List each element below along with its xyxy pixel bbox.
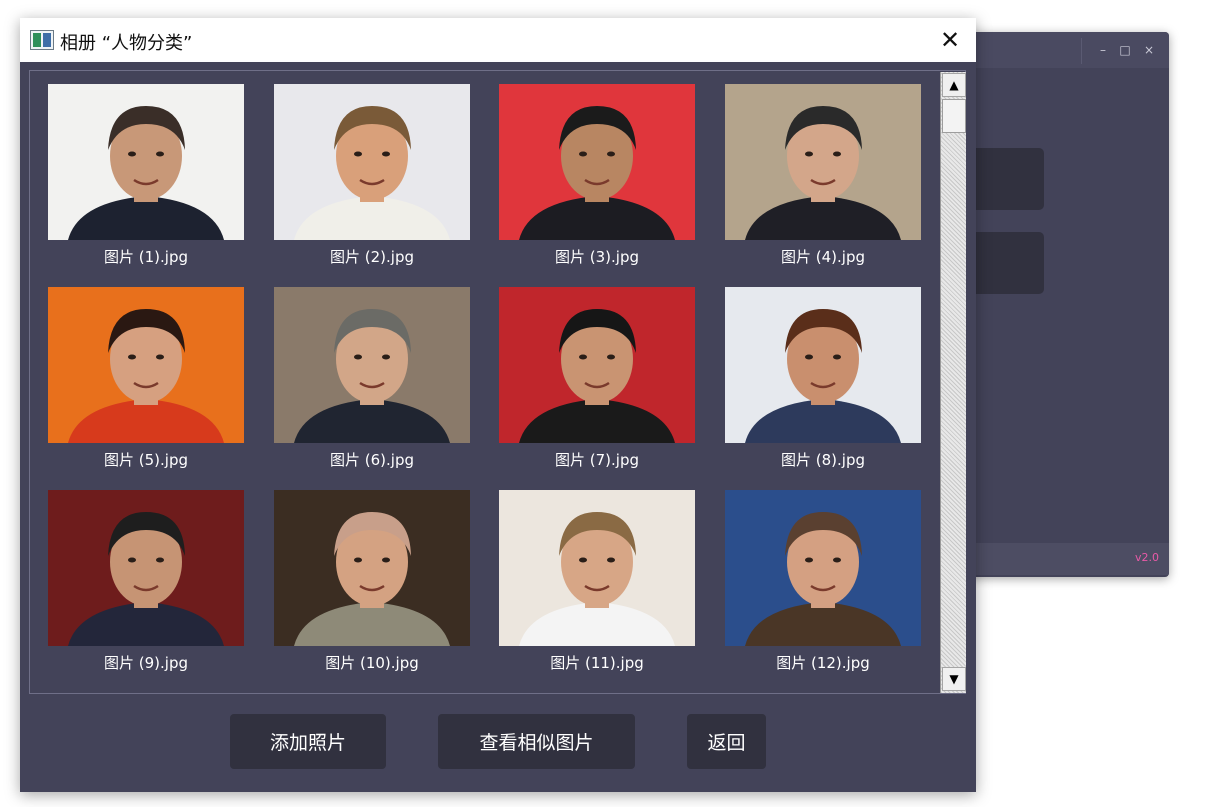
photo-item[interactable]: 图片 (10).jpg <box>274 490 470 676</box>
photo-thumbnail[interactable] <box>274 490 470 646</box>
photo-thumbnail[interactable] <box>48 490 244 646</box>
photo-item[interactable]: 图片 (4).jpg <box>725 84 921 270</box>
photo-item[interactable]: 图片 (11).jpg <box>499 490 695 676</box>
photo-thumbnail[interactable] <box>48 84 244 240</box>
close-icon[interactable]: × <box>1140 41 1158 59</box>
version-label: v2.0 <box>1134 551 1159 564</box>
dialog-title: 相册 “人物分类” <box>60 33 193 54</box>
photo-thumbnail[interactable] <box>274 84 470 240</box>
photo-filename: 图片 (2).jpg <box>330 248 414 266</box>
photo-gallery: ▲ ▼ 图片 (1).jpg 图片 (2).jpg 图片 (3).jpg 图片 (4)… <box>29 70 966 694</box>
photo-filename: 图片 (8).jpg <box>781 451 865 469</box>
photo-filename: 图片 (11).jpg <box>550 654 644 672</box>
photo-filename: 图片 (9).jpg <box>104 654 188 672</box>
photo-item[interactable]: 图片 (1).jpg <box>48 84 244 270</box>
add-photo-button[interactable]: 添加照片 <box>230 714 386 769</box>
photo-item[interactable]: 图片 (7).jpg <box>499 287 695 473</box>
photo-thumbnail[interactable] <box>499 84 695 240</box>
back-button[interactable]: 返回 <box>687 714 766 769</box>
photo-filename: 图片 (5).jpg <box>104 451 188 469</box>
photo-filename: 图片 (12).jpg <box>776 654 870 672</box>
photo-thumbnail[interactable] <box>725 490 921 646</box>
photo-thumbnail[interactable] <box>725 84 921 240</box>
photo-filename: 图片 (1).jpg <box>104 248 188 266</box>
scroll-up-icon[interactable]: ▲ <box>942 73 966 97</box>
minimize-icon[interactable]: – <box>1094 41 1112 59</box>
photo-item[interactable]: 图片 (2).jpg <box>274 84 470 270</box>
photo-thumbnail[interactable] <box>725 287 921 443</box>
dialog-titlebar: 相册 “人物分类” ✕ <box>20 18 976 62</box>
vertical-scrollbar[interactable]: ▲ ▼ <box>940 72 966 693</box>
maximize-icon[interactable]: □ <box>1116 41 1134 59</box>
background-window: – □ × v2.0 <box>960 32 1169 577</box>
status-bar: v2.0 <box>960 543 1169 575</box>
photo-item[interactable]: 图片 (12).jpg <box>725 490 921 676</box>
photo-filename: 图片 (7).jpg <box>555 451 639 469</box>
scrollbar-thumb[interactable] <box>942 99 966 133</box>
photo-item[interactable]: 图片 (6).jpg <box>274 287 470 473</box>
titlebar-separator <box>1081 38 1082 64</box>
album-dialog: 相册 “人物分类” ✕ ▲ ▼ 图片 (1).jpg 图片 (2).jpg 图片 (… <box>20 18 976 792</box>
photo-item[interactable]: 图片 (8).jpg <box>725 287 921 473</box>
photo-filename: 图片 (3).jpg <box>555 248 639 266</box>
scroll-down-icon[interactable]: ▼ <box>942 667 966 691</box>
app-icon <box>30 30 54 50</box>
close-icon[interactable]: ✕ <box>936 26 964 54</box>
photo-item[interactable]: 图片 (5).jpg <box>48 287 244 473</box>
photo-item[interactable]: 图片 (3).jpg <box>499 84 695 270</box>
photo-thumbnail[interactable] <box>48 287 244 443</box>
photo-item[interactable]: 图片 (9).jpg <box>48 490 244 676</box>
background-titlebar: – □ × <box>960 32 1169 68</box>
photo-filename: 图片 (4).jpg <box>781 248 865 266</box>
photo-thumbnail[interactable] <box>274 287 470 443</box>
photo-filename: 图片 (6).jpg <box>330 451 414 469</box>
photo-thumbnail[interactable] <box>499 287 695 443</box>
photo-thumbnail[interactable] <box>499 490 695 646</box>
photo-filename: 图片 (10).jpg <box>325 654 419 672</box>
view-similar-button[interactable]: 查看相似图片 <box>438 714 635 769</box>
